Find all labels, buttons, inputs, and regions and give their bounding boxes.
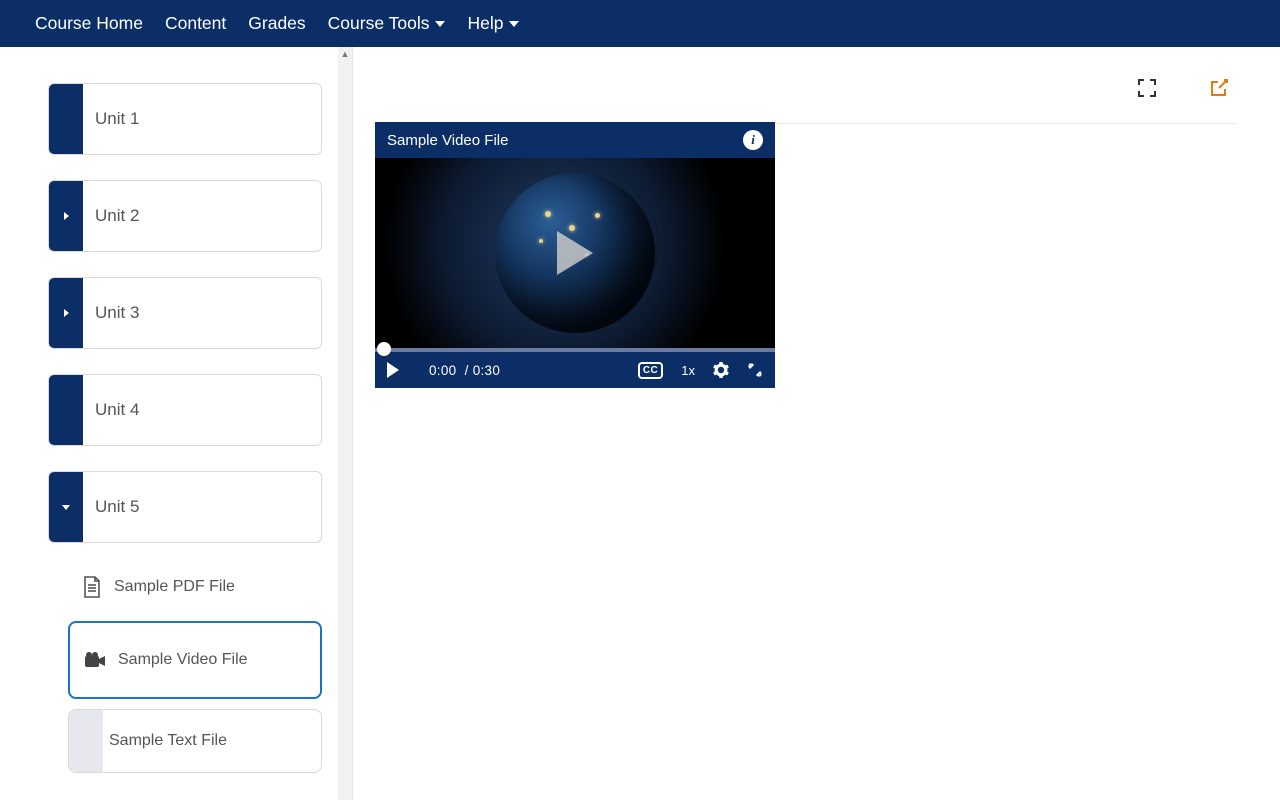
duration-time: 0:30 xyxy=(473,363,500,378)
unit-card-1[interactable]: Unit 1 xyxy=(48,83,322,155)
video-viewport[interactable] xyxy=(375,158,775,348)
nav-help[interactable]: Help xyxy=(467,13,519,34)
sub-item-label: Sample Text File xyxy=(109,732,227,750)
unit-tab xyxy=(49,375,83,445)
unit5-sub-items: Sample PDF File Sample Video File Sample… xyxy=(68,563,322,773)
video-progress-bar[interactable] xyxy=(375,348,775,352)
document-icon xyxy=(82,575,102,599)
sub-item-tab xyxy=(69,710,103,772)
unit-label: Unit 2 xyxy=(83,181,139,251)
unit-tab xyxy=(49,181,83,251)
info-button[interactable]: i xyxy=(743,130,763,150)
playback-speed-button[interactable]: 1x xyxy=(681,363,695,378)
scrollbar-track[interactable]: ▲ xyxy=(338,47,352,800)
unit-tab xyxy=(49,472,83,542)
nav-label: Content xyxy=(165,13,226,34)
nav-label: Course Tools xyxy=(328,13,430,34)
content-area: Sample Video File i xyxy=(352,47,1280,800)
unit-card-2[interactable]: Unit 2 xyxy=(48,180,322,252)
sub-item-video[interactable]: Sample Video File xyxy=(68,621,322,699)
nav-course-home[interactable]: Course Home xyxy=(35,13,143,34)
info-icon: i xyxy=(751,132,755,148)
video-container: Sample Video File i xyxy=(375,122,1235,388)
unit-label: Unit 5 xyxy=(83,472,139,542)
play-overlay-icon[interactable] xyxy=(557,231,593,275)
unit-tab xyxy=(49,84,83,154)
nav-course-tools[interactable]: Course Tools xyxy=(328,13,446,34)
nav-content[interactable]: Content xyxy=(165,13,226,34)
captions-button[interactable]: CC xyxy=(638,362,663,379)
fullscreen-button[interactable] xyxy=(1136,77,1158,99)
scroll-arrow-up-icon[interactable]: ▲ xyxy=(338,47,352,61)
sub-item-pdf[interactable]: Sample PDF File xyxy=(68,563,322,611)
expand-down-icon xyxy=(62,505,70,510)
current-time: 0:00 xyxy=(429,363,456,378)
unit-card-4[interactable]: Unit 4 xyxy=(48,374,322,446)
nav-label: Help xyxy=(467,13,503,34)
unit-label: Unit 3 xyxy=(83,278,139,348)
unit-tab xyxy=(49,278,83,348)
video-controls: 0:00 / 0:30 CC 1x xyxy=(375,352,775,388)
unit-label: Unit 4 xyxy=(83,375,139,445)
video-camera-icon xyxy=(84,651,106,669)
nav-grades[interactable]: Grades xyxy=(248,13,305,34)
progress-handle[interactable] xyxy=(377,342,391,356)
unit-card-3[interactable]: Unit 3 xyxy=(48,277,322,349)
course-sidebar: ▲ Unit 1 Unit 2 Unit 3 Unit 4 Unit 5 xyxy=(0,47,352,800)
cc-label: CC xyxy=(643,365,658,376)
expand-right-icon xyxy=(64,309,69,317)
expand-right-icon xyxy=(64,212,69,220)
play-button[interactable] xyxy=(387,362,399,378)
nav-label: Grades xyxy=(248,13,305,34)
external-link-icon xyxy=(1209,78,1229,98)
video-header: Sample Video File i xyxy=(375,122,775,158)
unit-label: Unit 1 xyxy=(83,84,139,154)
unit-card-5[interactable]: Unit 5 xyxy=(48,471,322,543)
video-fullscreen-icon[interactable] xyxy=(747,362,763,378)
video-title: Sample Video File xyxy=(387,132,508,149)
video-time: 0:00 / 0:30 xyxy=(429,363,500,378)
chevron-down-icon xyxy=(435,21,445,27)
chevron-down-icon xyxy=(509,21,519,27)
open-new-window-button[interactable] xyxy=(1208,77,1230,99)
speed-label: 1x xyxy=(681,363,695,378)
expand-icon xyxy=(1137,78,1157,98)
sub-item-label: Sample PDF File xyxy=(114,578,235,596)
sub-item-text[interactable]: Sample Text File xyxy=(68,709,322,773)
top-nav: Course Home Content Grades Course Tools … xyxy=(0,0,1280,47)
content-toolbar xyxy=(375,77,1235,124)
video-player: Sample Video File i xyxy=(375,122,775,388)
settings-icon[interactable] xyxy=(713,362,729,378)
nav-label: Course Home xyxy=(35,13,143,34)
sub-item-label: Sample Video File xyxy=(118,651,248,669)
